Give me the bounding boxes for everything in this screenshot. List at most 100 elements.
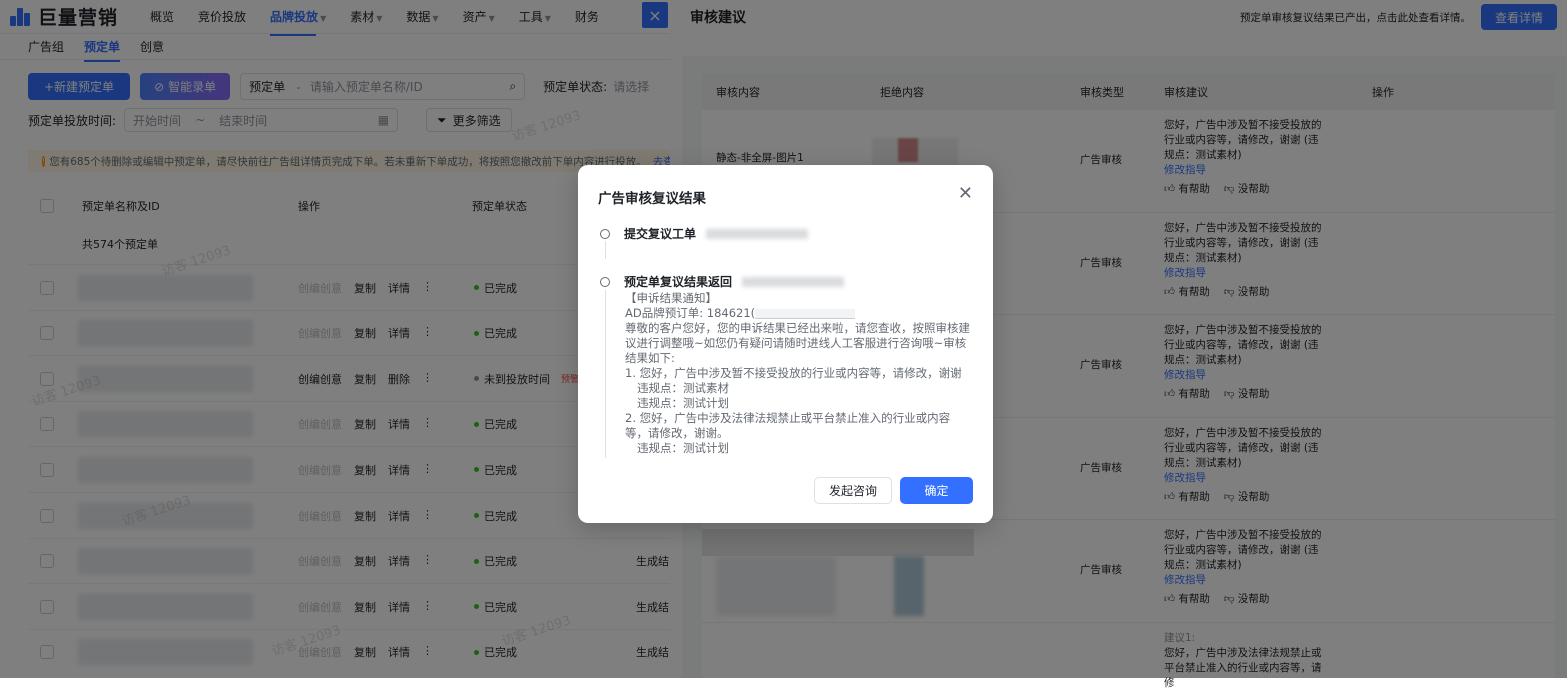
row-action[interactable]: 创编创意 <box>298 325 342 341</box>
more-icon[interactable]: ⋮ <box>422 644 433 660</box>
row-action[interactable]: 复制 <box>354 599 376 615</box>
row-action[interactable]: 创编创意 <box>298 280 342 296</box>
row-action[interactable]: 详情 <box>388 553 410 569</box>
row-actions: 创编创意 复制 详情 ⋮ <box>298 553 433 569</box>
unhelpful-button[interactable]: 👎︎ 没帮助 <box>1224 490 1270 505</box>
review-advice: 您好，广告中涉及暂不接受投放的行业或内容等，请修改，谢谢 (违规点：测试素材) … <box>1164 323 1324 402</box>
table-header: 预定单名称及ID 操作 预定单状态 <box>28 192 670 220</box>
row-checkbox[interactable] <box>40 599 54 614</box>
more-icon[interactable]: ⋮ <box>422 371 433 387</box>
filter-icon: ⏷ <box>437 112 447 127</box>
logo[interactable]: 巨量营销 <box>10 3 118 30</box>
row-action[interactable]: 复制 <box>354 462 376 478</box>
smart-entry-button[interactable]: ⊘ 智能录单 <box>140 73 231 100</box>
more-icon[interactable]: ⋮ <box>422 325 433 341</box>
row-checkbox[interactable] <box>40 417 54 432</box>
tab-ad-group[interactable]: 广告组 <box>28 38 64 55</box>
row-action[interactable]: 复制 <box>354 325 376 341</box>
row-action[interactable]: 复制 <box>354 553 376 569</box>
fix-guide-link[interactable]: 修改指导 <box>1164 163 1324 178</box>
row-action[interactable]: 复制 <box>354 416 376 432</box>
review-advice: 您好，广告中涉及暂不接受投放的行业或内容等，请修改，谢谢 (违规点：测试素材) … <box>1164 426 1324 505</box>
row-action[interactable]: 复制 <box>354 508 376 524</box>
row-action[interactable]: 详情 <box>388 416 410 432</box>
more-icon[interactable]: ⋮ <box>422 280 433 296</box>
row-action[interactable]: 创编创意 <box>298 553 342 569</box>
tab-booking[interactable]: 预定单 <box>84 38 121 62</box>
fix-guide-link[interactable]: 修改指导 <box>1164 368 1324 383</box>
consult-button[interactable]: 发起咨询 <box>813 477 892 504</box>
row-action[interactable]: 创编创意 <box>298 416 342 432</box>
new-booking-button[interactable]: +新建预定单 <box>28 73 131 100</box>
nav-tools[interactable]: 工具 ▼ <box>519 8 551 25</box>
row-action[interactable]: 复制 <box>354 280 376 296</box>
row-checkbox[interactable] <box>40 554 54 569</box>
row-action[interactable]: 创编创意 <box>298 508 342 524</box>
unhelpful-button[interactable]: 👎︎ 没帮助 <box>1224 182 1270 197</box>
col-status[interactable]: 预定单状态 <box>472 198 527 214</box>
row-action[interactable]: 详情 <box>388 325 410 341</box>
status-badge: 未到投放时间 预警 <box>474 371 579 387</box>
fix-guide-link[interactable]: 修改指导 <box>1164 573 1324 588</box>
row-action[interactable]: 创编创意 <box>298 599 342 615</box>
row-action[interactable]: 创编创意 <box>298 371 342 387</box>
sparkle-icon: ⊘ <box>154 79 165 94</box>
row-checkbox[interactable] <box>40 371 54 386</box>
close-icon[interactable]: × <box>642 2 668 28</box>
helpful-button[interactable]: 👍︎ 有帮助 <box>1164 387 1210 402</box>
row-checkbox[interactable] <box>40 326 54 341</box>
unhelpful-button[interactable]: 👎︎ 没帮助 <box>1224 285 1270 300</box>
search-icon[interactable]: ⌕ <box>509 79 516 94</box>
row-action[interactable]: 详情 <box>388 280 410 296</box>
nav-finance[interactable]: 财务 <box>575 8 599 25</box>
row-action[interactable]: 详情 <box>388 644 410 660</box>
row-action[interactable]: 详情 <box>388 508 410 524</box>
row-checkbox[interactable] <box>40 508 54 523</box>
row-checkbox[interactable] <box>40 280 54 295</box>
nav-brand[interactable]: 品牌投放 ▼ <box>270 8 326 36</box>
chevron-down-icon: ⌄ <box>295 82 302 91</box>
helpful-button[interactable]: 👍︎ 有帮助 <box>1164 285 1210 300</box>
unhelpful-button[interactable]: 👎︎ 没帮助 <box>1224 387 1270 402</box>
thumbs-down-icon: 👎︎ <box>1223 183 1235 195</box>
confirm-button[interactable]: 确定 <box>900 477 973 504</box>
row-action[interactable]: 复制 <box>354 644 376 660</box>
tab-creative[interactable]: 创意 <box>140 38 164 55</box>
row-action[interactable]: 创编创意 <box>298 644 342 660</box>
helpful-button[interactable]: 👍︎ 有帮助 <box>1164 182 1210 197</box>
row-action[interactable]: 详情 <box>388 599 410 615</box>
row-action[interactable]: 复制 <box>354 371 376 387</box>
row-action[interactable]: 删除 <box>388 371 410 387</box>
helpful-button[interactable]: 👍︎ 有帮助 <box>1164 490 1210 505</box>
close-icon[interactable]: ✕ <box>958 183 973 204</box>
fix-guide-link[interactable]: 修改指导 <box>1164 266 1324 281</box>
date-range-picker[interactable]: 开始时间 ~ 结束时间 ▦ <box>124 108 399 132</box>
row-action[interactable]: 详情 <box>388 462 410 478</box>
more-icon[interactable]: ⋮ <box>422 416 433 432</box>
more-icon[interactable]: ⋮ <box>422 553 433 569</box>
nav-data[interactable]: 数据 ▼ <box>406 8 438 25</box>
search-input[interactable]: 预定单 ⌄ 请输入预定单名称/ID ⌕ <box>240 73 526 100</box>
row-checkbox[interactable] <box>40 462 54 477</box>
unhelpful-button[interactable]: 👎︎ 没帮助 <box>1224 592 1270 607</box>
helpful-button[interactable]: 👍︎ 有帮助 <box>1164 592 1210 607</box>
view-detail-button[interactable]: 查看详情 <box>1480 4 1557 30</box>
fix-guide-link[interactable]: 修改指导 <box>1164 471 1324 486</box>
nav-assets[interactable]: 资产 ▼ <box>463 8 495 25</box>
search-type-select[interactable]: 预定单 <box>249 78 285 95</box>
more-icon[interactable]: ⋮ <box>422 599 433 615</box>
thumbs-up-icon: 👍︎ <box>1164 490 1175 503</box>
nav-bidding[interactable]: 竞价投放 <box>198 8 246 25</box>
status-dot-icon <box>474 285 479 290</box>
nav-overview[interactable]: 概览 <box>150 8 174 25</box>
status-filter[interactable]: 预定单状态: 请选择 <box>543 78 649 95</box>
more-filters-button[interactable]: ⏷ 更多筛选 <box>426 108 512 132</box>
select-all-checkbox[interactable] <box>40 199 54 213</box>
row-action[interactable]: 创编创意 <box>298 462 342 478</box>
review-type: 广告审核 <box>1080 461 1122 474</box>
date-filter-row: 预定单投放时间: 开始时间 ~ 结束时间 ▦ ⏷ 更多筛选 <box>28 108 512 132</box>
more-icon[interactable]: ⋮ <box>422 508 433 524</box>
row-checkbox[interactable] <box>40 645 54 660</box>
nav-material[interactable]: 素材 ▼ <box>350 8 382 25</box>
more-icon[interactable]: ⋮ <box>422 462 433 478</box>
